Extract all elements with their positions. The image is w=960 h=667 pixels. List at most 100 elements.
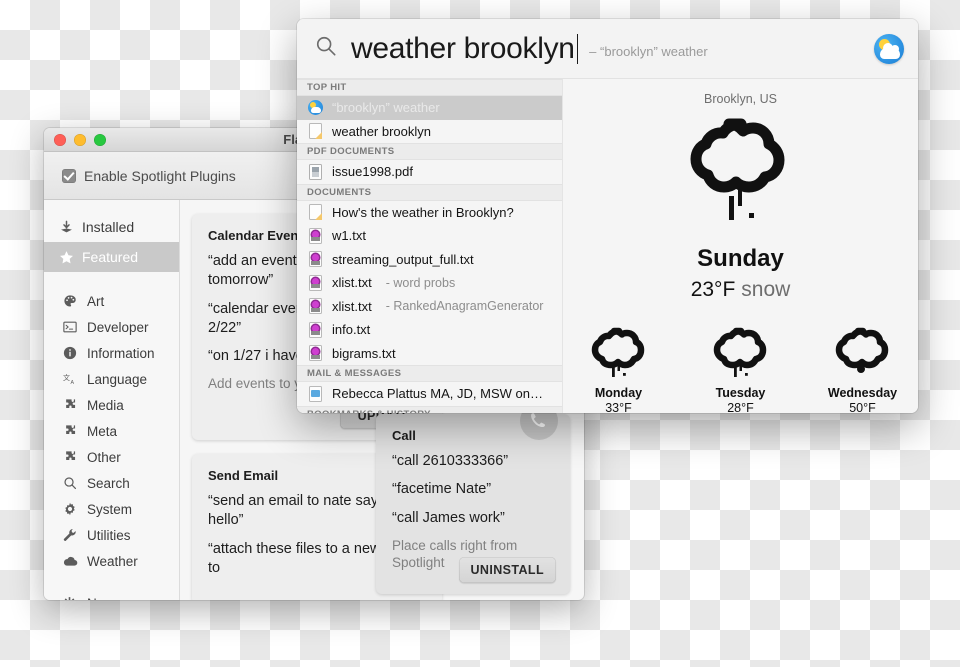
results-section-header: TOP HIT — [297, 79, 562, 96]
cloud-rain-icon — [832, 326, 894, 383]
result-row-bigrams-txt[interactable]: bigrams.txt — [297, 342, 562, 366]
download-icon — [58, 219, 74, 235]
result-row-rebecca-plattus[interactable]: Rebecca Plattus MA, JD, MSW on… — [297, 382, 562, 406]
result-row-info-txt[interactable]: info.txt — [297, 318, 562, 342]
spotlight-results-list[interactable]: TOP HIT “brooklyn” weather weather brook… — [297, 79, 563, 413]
result-row-label: streaming_output_full.txt — [332, 251, 474, 267]
plugin-card-call[interactable]: Call “call 2610333366” “facetime Nate” “… — [376, 402, 570, 594]
sidebar-item-media[interactable]: Media — [44, 392, 179, 418]
document-icon — [307, 123, 323, 140]
svg-text:A: A — [70, 380, 74, 386]
result-row-xlist-word-probs[interactable]: xlist.txt - word probs — [297, 271, 562, 295]
sidebar-divider — [44, 272, 179, 288]
weather-result-icon — [307, 100, 323, 116]
sidebar-item-meta[interactable]: Meta — [44, 418, 179, 444]
uninstall-button[interactable]: UNINSTALL — [458, 557, 556, 583]
wrench-icon — [62, 527, 78, 543]
plugin-card-example: “call James work” — [392, 509, 505, 526]
forecast-day-wednesday: Wednesday 50°F light rain — [821, 326, 905, 413]
sidebar-item-new-label: New — [87, 596, 114, 601]
result-row-xlist-ranked-anagram[interactable]: xlist.txt - RankedAnagramGenerator — [297, 295, 562, 319]
sidebar-item-other[interactable]: Other — [44, 444, 179, 470]
result-row-issue1998-pdf[interactable]: issue1998.pdf — [297, 160, 562, 184]
forecast-day-tuesday: Tuesday 28°F snow — [699, 326, 783, 413]
forecast-temp-label: 50°F — [849, 401, 876, 413]
sidebar-item-featured[interactable]: Featured — [44, 242, 179, 272]
puzzle-icon — [62, 397, 78, 413]
result-row-label: How's the weather in Brooklyn? — [332, 204, 514, 220]
text-file-icon — [307, 298, 323, 315]
result-row-label: xlist.txt — [332, 275, 372, 291]
text-caret — [576, 33, 579, 64]
result-row-hows-the-weather[interactable]: How's the weather in Brooklyn? — [297, 201, 562, 225]
result-row-top-hit[interactable]: “brooklyn” weather — [297, 96, 562, 120]
plugin-card-example: “facetime Nate” — [392, 481, 492, 498]
sidebar-item-system[interactable]: System — [44, 496, 179, 522]
result-row-weather-brooklyn[interactable]: weather brooklyn — [297, 120, 562, 144]
document-icon — [307, 204, 323, 221]
sidebar-item-utilities-label: Utilities — [87, 527, 131, 543]
weather-temperature: 23°F — [690, 278, 736, 301]
puzzle-icon — [62, 449, 78, 465]
sidebar-item-weather[interactable]: Weather — [44, 548, 179, 574]
result-row-label: issue1998.pdf — [332, 164, 413, 180]
spotlight-search-bar[interactable]: weather brooklyn – “brooklyn” weather — [297, 19, 918, 79]
sidebar-item-art[interactable]: Art — [44, 288, 179, 314]
sidebar-item-new[interactable]: New — [44, 590, 179, 600]
sidebar-item-information[interactable]: Information — [44, 340, 179, 366]
info-icon — [62, 345, 78, 361]
result-row-w1-txt[interactable]: w1.txt — [297, 224, 562, 248]
weather-badge-icon[interactable] — [874, 33, 904, 64]
weather-city-label: Brooklyn, US — [704, 92, 777, 106]
cloud-icon — [880, 42, 900, 59]
checkbox-checked-icon[interactable] — [62, 168, 76, 183]
result-row-label: weather brooklyn — [332, 123, 431, 139]
text-file-icon — [307, 321, 323, 338]
spotlight-search-window: weather brooklyn – “brooklyn” weather TO… — [297, 19, 918, 413]
forecast-day-monday: Monday 33°F light snow — [577, 326, 661, 413]
text-file-icon — [307, 251, 323, 268]
sidebar-divider-2 — [44, 574, 179, 590]
results-section-header: BOOKMARKS & HISTORY — [297, 405, 562, 413]
text-file-icon — [307, 227, 323, 244]
weather-day-label: Sunday — [697, 245, 784, 272]
text-file-icon — [307, 345, 323, 362]
results-section-header: PDF DOCUMENTS — [297, 143, 562, 160]
search-input[interactable]: weather brooklyn — [351, 32, 575, 66]
forecast-temp-label: 28°F — [727, 401, 754, 413]
forecast-day-label: Monday — [594, 386, 643, 400]
weather-temp-row: 23°F snow — [691, 278, 791, 302]
results-section-header: MAIL & MESSAGES — [297, 365, 562, 382]
spotlight-body: TOP HIT “brooklyn” weather weather brook… — [297, 79, 918, 413]
star-icon — [58, 249, 74, 265]
sidebar-item-utilities[interactable]: Utilities — [44, 522, 179, 548]
weather-forecast-row: Monday 33°F light snow — [577, 326, 905, 413]
sidebar-item-search-label: Search — [87, 475, 130, 491]
screenshot-stage: Flashlight Enable Spotlight Plugins — [0, 0, 960, 667]
forecast-temp-label: 33°F — [605, 401, 632, 413]
result-row-label: info.txt — [332, 322, 371, 338]
result-row-label: bigrams.txt — [332, 345, 396, 361]
svg-text:文: 文 — [63, 373, 70, 382]
sidebar-item-meta-label: Meta — [87, 423, 118, 439]
cloud-snow-icon — [676, 110, 806, 243]
cloud-snow-icon — [588, 326, 650, 383]
enable-plugins-label: Enable Spotlight Plugins — [84, 167, 236, 184]
results-section-header: DOCUMENTS — [297, 183, 562, 201]
search-icon — [315, 35, 337, 62]
gear-icon — [62, 501, 78, 517]
forecast-day-label: Tuesday — [715, 386, 766, 400]
puzzle-icon — [62, 423, 78, 439]
enable-plugins-checkbox[interactable]: Enable Spotlight Plugins — [62, 168, 236, 184]
sidebar-item-developer-label: Developer — [87, 319, 149, 335]
result-row-label: xlist.txt — [332, 298, 372, 314]
cloud-snow-icon — [710, 326, 772, 383]
result-row-streaming-output[interactable]: streaming_output_full.txt — [297, 248, 562, 272]
sidebar-item-search[interactable]: Search — [44, 470, 179, 496]
pdf-icon — [307, 163, 323, 180]
sidebar-item-language[interactable]: 文 A Language — [44, 366, 179, 392]
sidebar-item-installed[interactable]: Installed — [44, 212, 179, 242]
forecast-day-label: Wednesday — [827, 386, 898, 400]
sidebar-item-language-label: Language — [87, 371, 148, 387]
sidebar-item-developer[interactable]: Developer — [44, 314, 179, 340]
